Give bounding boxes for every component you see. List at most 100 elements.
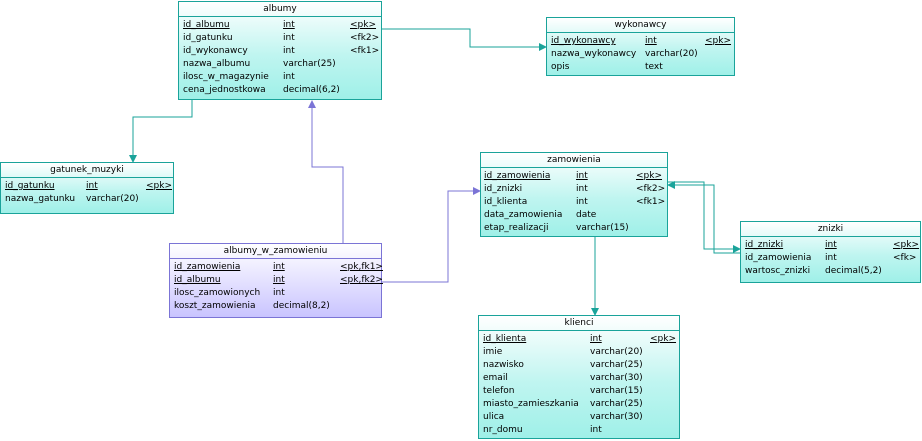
column-row[interactable]: data_zamowienia date (484, 209, 663, 222)
column-name: id_klienta (484, 197, 528, 207)
column-name: email (483, 373, 508, 383)
column-key: <pk> (893, 240, 920, 250)
column-type: int (825, 253, 837, 263)
column-type: varchar(15) (590, 386, 643, 396)
column-row[interactable]: wartosc_znizki decimal(5,2) (745, 265, 916, 278)
column-type: int (273, 288, 285, 298)
column-row[interactable]: id_albumu int <pk,fk2> (174, 274, 383, 287)
column-row[interactable]: email varchar(30) (483, 372, 675, 385)
column-row[interactable]: id_albumu int <pk> (183, 19, 377, 32)
entity-columns: id_gatunku int <pk> nazwa_gatunku varchar(20… (1, 178, 173, 206)
column-type: varchar(20) (645, 49, 698, 59)
column-row[interactable]: nr_domu int (483, 424, 675, 437)
entity-columns: id_znizki int <pk> id_zamowienia int <fk> wart… (741, 237, 920, 278)
column-type: varchar(25) (590, 399, 643, 409)
column-type: int (283, 46, 295, 56)
rel-albumy-gatunek (129, 100, 193, 163)
entity-title: albumy_w_zamowieniu (170, 244, 381, 259)
column-row[interactable]: nazwisko varchar(25) (483, 359, 675, 372)
column-name: nr_domu (483, 425, 523, 435)
column-key: <fk1> (636, 197, 666, 207)
column-row[interactable]: id_zamowienia int <fk> (745, 252, 916, 265)
column-name: telefon (483, 386, 515, 396)
column-name: ilosc_zamowionych (174, 288, 261, 298)
column-name: ulica (483, 412, 505, 422)
column-key: <pk> (650, 334, 677, 344)
column-row[interactable]: opis text (551, 61, 730, 74)
column-name: nazwa_gatunku (5, 194, 76, 204)
column-name: id_albumu (183, 20, 230, 30)
column-row[interactable]: imie varchar(20) (483, 346, 675, 359)
column-name: id_wykonawcy (551, 36, 616, 46)
entity-klienci[interactable]: klienci id_klienta int <pk> imie varchar(20)… (478, 315, 680, 439)
entity-zamowienia[interactable]: zamowienia id_zamowienia int <pk> id_znizki… (480, 152, 668, 237)
column-type: int (825, 240, 837, 250)
column-key: <fk2> (350, 33, 380, 43)
column-row[interactable]: id_wykonawcy int <pk> (551, 35, 731, 48)
column-row[interactable]: ilosc_zamowionych int (174, 287, 377, 300)
column-type: int (576, 197, 588, 207)
column-name: id_klienta (483, 334, 527, 344)
column-row[interactable]: id_klienta int <pk> (483, 333, 677, 346)
column-row[interactable]: id_gatunku int <fk2> (183, 32, 380, 45)
rel-awz-zamowienia (382, 187, 481, 283)
column-type: int (590, 334, 602, 344)
column-name: id_znizki (484, 184, 523, 194)
column-type: varchar(20) (86, 194, 139, 204)
column-row[interactable]: telefon varchar(15) (483, 385, 675, 398)
column-key: <pk> (146, 181, 173, 191)
entity-albumy-w-zamowieniu[interactable]: albumy_w_zamowieniu id_zamowienia int <pk,… (169, 243, 383, 318)
column-type: decimal(6,2) (283, 85, 340, 95)
column-key: <fk1> (350, 46, 380, 56)
column-name: wartosc_znizki (745, 266, 811, 276)
column-row[interactable]: ulica varchar(30) (483, 411, 675, 424)
column-type: decimal(8,2) (273, 301, 330, 311)
entity-title: wykonawcy (547, 18, 734, 33)
column-name: id_zamowienia (745, 253, 812, 263)
rel-albumy-wykonawcy (382, 28, 547, 51)
entity-znizki[interactable]: znizki id_znizki int <pk> id_zamowienia int <… (740, 221, 921, 283)
column-name: id_gatunku (183, 33, 233, 43)
column-type: int (283, 72, 295, 82)
column-row[interactable]: id_znizki int <fk2> (484, 183, 665, 196)
column-row[interactable]: nazwa_albumu varchar(25) (183, 58, 377, 71)
column-type: int (283, 33, 295, 43)
column-type: varchar(20) (590, 347, 643, 357)
column-key: <fk> (893, 253, 917, 263)
entity-columns: id_klienta int <pk> imie varchar(20) nazwisko… (479, 331, 679, 437)
column-row[interactable]: nazwa_gatunku varchar(20) (5, 193, 169, 206)
entity-columns: id_albumu int <pk> id_gatunku int <fk2> id_wyk… (179, 17, 381, 97)
column-row[interactable]: miasto_zamieszkania varchar(25) (483, 398, 675, 411)
entity-gatunek-muzyki[interactable]: gatunek_muzyki id_gatunku int <pk> nazwa_ga… (0, 162, 174, 214)
column-row[interactable]: id_zamowienia int <pk> (484, 170, 663, 183)
rel-awz-albumy (308, 100, 344, 243)
column-row[interactable]: etap_realizacji varchar(15) (484, 222, 663, 235)
column-key: <pk> (636, 171, 663, 181)
column-name: opis (551, 62, 570, 72)
column-name: ilosc_w_magazynie (183, 72, 269, 82)
entity-albumy[interactable]: albumy id_albumu int <pk> id_gatunku int <fk2… (178, 1, 382, 100)
column-row[interactable]: id_wykonawcy int <fk1> (183, 45, 380, 58)
column-row[interactable]: ilosc_w_magazynie int (183, 71, 377, 84)
column-type: int (273, 262, 285, 272)
rel-zamowienia-znizki (668, 181, 741, 253)
column-row[interactable]: cena_jednostkowa decimal(6,2) (183, 84, 377, 97)
column-row[interactable]: id_znizki int <pk> (745, 239, 920, 252)
column-name: data_zamowienia (484, 210, 563, 220)
column-row[interactable]: id_gatunku int <pk> (5, 180, 173, 193)
entity-wykonawcy[interactable]: wykonawcy id_wykonawcy int <pk> nazwa_wykon… (546, 17, 735, 76)
column-type: int (273, 275, 285, 285)
column-type: decimal(5,2) (825, 266, 882, 276)
column-name: miasto_zamieszkania (483, 399, 579, 409)
column-key: <pk> (350, 20, 377, 30)
column-type: varchar(25) (283, 59, 336, 69)
column-row[interactable]: nazwa_wykonawcy varchar(20) (551, 48, 730, 61)
column-type: int (590, 425, 602, 435)
column-type: int (576, 184, 588, 194)
column-row[interactable]: id_zamowienia int <pk,fk1> (174, 261, 383, 274)
column-type: varchar(15) (576, 223, 629, 233)
column-row[interactable]: koszt_zamowienia decimal(8,2) (174, 300, 377, 313)
column-type: varchar(30) (590, 412, 643, 422)
column-row[interactable]: id_klienta int <fk1> (484, 196, 666, 209)
column-type: date (576, 210, 597, 220)
